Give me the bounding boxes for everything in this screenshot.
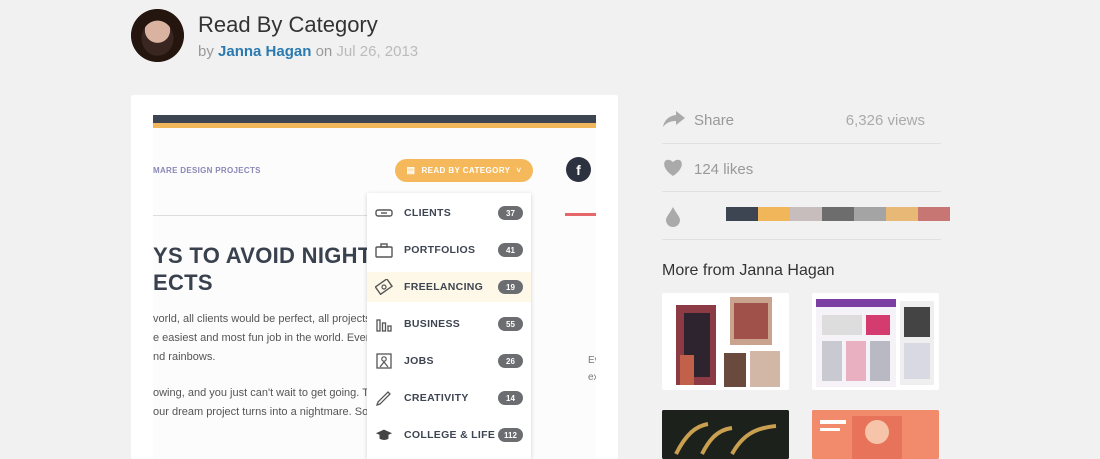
article-headline: YS TO AVOID NIGHTI ECTS — [153, 242, 378, 296]
top-bar-dark — [153, 115, 596, 123]
chevron-down-icon: ˅ — [516, 166, 522, 175]
category-item-freelancing: FREELANCING 19 — [367, 272, 531, 302]
by-label: by — [198, 43, 214, 60]
category-item-college-life: COLLEGE & LIFE 112 — [367, 420, 531, 450]
palette-row — [662, 192, 950, 240]
side-fragment-1: Ev — [588, 355, 596, 366]
category-count: 14 — [498, 391, 523, 405]
droplet-icon — [664, 206, 682, 233]
category-dropdown: CLIENTS 37 PORTFOLIOS 41 FREELANCING 19 — [367, 193, 531, 459]
briefcase-icon — [375, 242, 393, 258]
on-label: on — [315, 43, 333, 60]
author-link[interactable]: Janna Hagan — [218, 43, 311, 60]
category-item-creativity: CREATIVITY 14 — [367, 383, 531, 413]
related-shot-thumbnail-3[interactable] — [662, 410, 789, 459]
headline-line-1: YS TO AVOID NIGHTI — [153, 243, 379, 268]
body-line: nd rainbows. — [153, 351, 216, 363]
side-text-fragment: Ev ex — [588, 352, 596, 386]
color-swatch[interactable] — [918, 207, 950, 221]
color-swatch[interactable] — [822, 207, 854, 221]
category-label: CREATIVITY — [404, 392, 469, 404]
side-fragment-2: ex — [588, 372, 596, 383]
pen-icon — [375, 390, 393, 406]
category-label: JOBS — [404, 355, 434, 367]
category-count: 112 — [498, 428, 523, 442]
body-line: our dream project turns into a nightmare… — [153, 406, 369, 418]
category-count: 26 — [498, 354, 523, 368]
author-avatar[interactable] — [131, 9, 184, 62]
color-palette — [726, 207, 950, 221]
category-count: 37 — [498, 206, 523, 220]
shot-title: Read By Category — [198, 12, 378, 37]
headline-line-2: ECTS — [153, 270, 213, 295]
category-label: BUSINESS — [404, 318, 461, 330]
category-label: PORTFOLIOS — [404, 244, 476, 256]
color-swatch[interactable] — [854, 207, 886, 221]
share-link[interactable]: Share — [694, 112, 734, 129]
color-swatch[interactable] — [726, 207, 758, 221]
category-label: CLIENTS — [404, 207, 452, 219]
post-date: Jul 26, 2013 — [336, 43, 419, 60]
byline: by Janna Hagan on Jul 26, 2013 — [198, 43, 418, 60]
share-icon[interactable] — [662, 110, 686, 133]
category-button-label: READ BY CATEGORY — [421, 166, 511, 175]
read-by-category-button: ▤ READ BY CATEGORY ˅ — [395, 159, 533, 182]
body-line: vorld, all clients would be perfect, all… — [153, 313, 371, 325]
color-swatch[interactable] — [790, 207, 822, 221]
shot-card[interactable]: MARE DESIGN PROJECTS ▤ READ BY CATEGORY … — [131, 95, 618, 459]
facebook-icon: f — [566, 157, 591, 182]
project-link: MARE DESIGN PROJECTS — [153, 166, 261, 175]
view-count: 6,326 views — [845, 112, 925, 129]
like-count[interactable]: 124 likes — [694, 161, 753, 178]
body-line: owing, and you just can't wait to get go… — [153, 387, 376, 399]
shot-image: MARE DESIGN PROJECTS ▤ READ BY CATEGORY … — [153, 115, 596, 459]
category-label: COLLEGE & LIFE — [404, 429, 496, 441]
accent-divider — [565, 213, 596, 216]
divider — [153, 215, 368, 216]
category-item-jobs: JOBS 26 — [367, 346, 531, 376]
likes-row: 124 likes — [662, 144, 941, 192]
related-shot-thumbnail-1[interactable] — [662, 293, 789, 390]
list-icon: ▤ — [406, 165, 416, 175]
category-count: 55 — [498, 317, 523, 331]
heart-icon[interactable] — [662, 158, 684, 182]
graduation-cap-icon — [375, 427, 393, 443]
category-item-portfolios: PORTFOLIOS 41 — [367, 235, 531, 265]
top-bar-gold — [153, 123, 596, 128]
person-icon — [375, 353, 393, 369]
body-line: e easiest and most fun job in the world.… — [153, 332, 370, 344]
category-label: FREELANCING — [404, 281, 484, 293]
category-item-business: BUSINESS 55 — [367, 309, 531, 339]
color-swatch[interactable] — [886, 207, 918, 221]
color-swatch[interactable] — [758, 207, 790, 221]
bar-chart-icon — [375, 316, 393, 332]
share-row: Share 6,326 views — [662, 96, 941, 144]
more-from-title: More from Janna Hagan — [662, 262, 835, 279]
category-item-clients: CLIENTS 37 — [367, 198, 531, 228]
category-count: 41 — [498, 243, 523, 257]
article-body: vorld, all clients would be perfect, all… — [153, 310, 376, 422]
related-shot-thumbnail-2[interactable] — [812, 293, 939, 390]
money-icon — [375, 279, 393, 295]
category-count: 19 — [498, 280, 523, 294]
handshake-icon — [375, 205, 393, 221]
related-shot-thumbnail-4[interactable] — [812, 410, 939, 459]
